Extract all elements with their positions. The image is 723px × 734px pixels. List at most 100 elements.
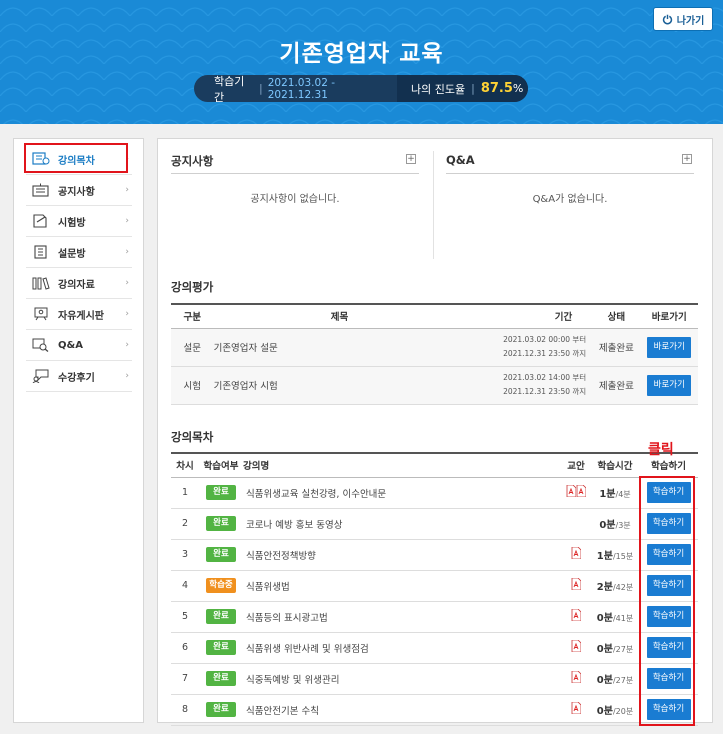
lesson-name: 코로나 예방 홍보 동영상 bbox=[243, 508, 561, 540]
table-header: 구분 제목 기간 상태 바로가기 bbox=[171, 303, 698, 329]
sidebar-item-exam[interactable]: 시험방 › bbox=[26, 206, 132, 237]
sidebar-item-survey[interactable]: 설문방 › bbox=[26, 237, 132, 268]
sidebar-item-board[interactable]: 자유게시판 › bbox=[26, 299, 132, 330]
sidebar-item-review[interactable]: 수강후기 › bbox=[26, 361, 132, 392]
lesson-name: 식품위생법 bbox=[243, 570, 561, 602]
sidebar-item-notice[interactable]: 공지사항 › bbox=[26, 175, 132, 206]
study-time: 1분/15분 bbox=[591, 539, 639, 571]
table-row: 6 완료 식품위생 위반사례 및 위생점검 0분/27분 학습하기 bbox=[171, 632, 698, 664]
exit-label: 나가기 bbox=[676, 15, 705, 27]
sidebar-item-materials[interactable]: 강의자료 › bbox=[26, 268, 132, 299]
click-annotation: 클릭 bbox=[648, 442, 674, 458]
chevron-right-icon: › bbox=[125, 278, 129, 288]
lesson-number: 5 bbox=[171, 601, 199, 633]
table-row: 4 학습중 식품위생법 2분/42분 학습하기 bbox=[171, 570, 698, 602]
period-value: 2021.03.02 - 2021.12.31 bbox=[267, 76, 335, 101]
pdf-icon[interactable] bbox=[571, 577, 582, 591]
lesson-number: 2 bbox=[171, 508, 199, 540]
survey-icon bbox=[34, 245, 47, 259]
study-time: 0분/27분 bbox=[591, 663, 639, 695]
qna-icon bbox=[32, 338, 49, 352]
pdf-icon[interactable] bbox=[566, 484, 577, 498]
lesson-number: 3 bbox=[171, 539, 199, 571]
pdf-icon[interactable] bbox=[571, 670, 582, 684]
divider bbox=[446, 173, 694, 174]
lesson-number: 6 bbox=[171, 632, 199, 664]
status-badge: 완료 bbox=[206, 609, 236, 624]
go-button[interactable]: 바로가기 bbox=[647, 374, 692, 396]
study-time: 0분/27분 bbox=[591, 632, 639, 664]
table-row: 1 완료 식품위생교육 실천강령, 이수안내문 1분/4분 학습하기 bbox=[171, 477, 698, 509]
lesson-name: 식품위생 위반사례 및 위생점검 bbox=[243, 632, 561, 664]
power-icon bbox=[662, 14, 672, 24]
page-title: 기존영업자 교육 bbox=[279, 41, 444, 67]
pdf-icon[interactable] bbox=[571, 639, 582, 653]
chevron-right-icon: › bbox=[125, 247, 129, 257]
lesson-name: 식품안전정책방향 bbox=[243, 539, 561, 571]
period-label: 학습기간 bbox=[214, 74, 245, 104]
pdf-icon[interactable] bbox=[571, 608, 582, 622]
status-badge: 완료 bbox=[206, 485, 236, 500]
notice-title: 공지사항 bbox=[171, 154, 214, 168]
exit-button[interactable]: 나가기 bbox=[653, 7, 713, 31]
notice-icon bbox=[32, 183, 49, 197]
lesson-number: 1 bbox=[171, 477, 199, 509]
lesson-number: 4 bbox=[171, 570, 199, 602]
highlight-box-study-buttons bbox=[639, 476, 695, 726]
exam-icon bbox=[33, 214, 47, 228]
chevron-right-icon: › bbox=[125, 185, 129, 195]
chevron-right-icon: › bbox=[125, 371, 129, 381]
status-badge: 완료 bbox=[206, 547, 236, 562]
table-row: 8 완료 식품안전기본 수칙 0분/20분 학습하기 bbox=[171, 694, 698, 726]
course-header: 나가기 기존영업자 교육 학습기간 | 2021.03.02 - 2021.12… bbox=[0, 0, 723, 124]
toc-title: 강의목차 bbox=[171, 430, 214, 444]
notice-more-icon[interactable]: + bbox=[406, 154, 416, 164]
divider bbox=[171, 173, 419, 174]
progress-value: 87.5% bbox=[480, 81, 524, 96]
go-button[interactable]: 바로가기 bbox=[647, 336, 692, 358]
study-time: 1분/4분 bbox=[591, 477, 639, 509]
lesson-number: 8 bbox=[171, 694, 199, 726]
study-time: 0분/41분 bbox=[591, 601, 639, 633]
materials-icon bbox=[32, 277, 50, 290]
pdf-icon[interactable] bbox=[571, 701, 582, 715]
pdf-icon[interactable] bbox=[576, 484, 587, 498]
table-row: 설문 기존영업자 설문 2021.03.02 00:00 부터 2021.12.3… bbox=[171, 328, 698, 367]
status-badge: 완료 bbox=[206, 516, 236, 531]
chevron-right-icon: › bbox=[125, 216, 129, 226]
chevron-right-icon: › bbox=[125, 309, 129, 319]
sidebar: 강의목차 › 공지사항 › 시험방 › 설문방 › 강의자료 › 자유게시판 › Q&A › … bbox=[13, 138, 144, 723]
main-content: 공지사항 + 공지사항이 없습니다. Q&A + Q&A가 없습니다. 강의평가… bbox=[157, 138, 713, 726]
study-time: 0분/3분 bbox=[591, 508, 639, 540]
review-icon bbox=[32, 369, 49, 383]
lesson-name: 식품등의 표시광고법 bbox=[243, 601, 561, 633]
status-badge: 완료 bbox=[206, 702, 236, 717]
table-row: 3 완료 식품안전정책방향 1분/15분 학습하기 bbox=[171, 539, 698, 571]
notice-empty-text: 공지사항이 없습니다. bbox=[250, 194, 340, 205]
table-header: 차시 학습여부 강의명 교안 학습시간 학습하기 bbox=[171, 452, 698, 478]
divider bbox=[433, 151, 434, 259]
table-row: 2 완료 코로나 예방 홍보 동영상 0분/3분 학습하기 bbox=[171, 508, 698, 540]
board-icon bbox=[34, 307, 48, 321]
table-row: 5 완료 식품등의 표시광고법 0분/41분 학습하기 bbox=[171, 601, 698, 633]
status-badge: 완료 bbox=[206, 671, 236, 686]
table-row: 시험 기존영업자 시험 2021.03.02 14:00 부터 2021.12.3… bbox=[171, 366, 698, 405]
qna-title: Q&A bbox=[446, 153, 475, 167]
toc-table: 차시 학습여부 강의명 교안 학습시간 학습하기 1 완료 식품위생교육 실천강령,… bbox=[171, 452, 698, 726]
status-badge: 학습중 bbox=[206, 578, 236, 593]
status-badge: 완료 bbox=[206, 640, 236, 655]
lesson-name: 식품안전기본 수칙 bbox=[243, 694, 561, 726]
study-time: 0분/20분 bbox=[591, 694, 639, 726]
lesson-name: 식중독예방 및 위생관리 bbox=[243, 663, 561, 695]
highlight-box-lecture-list bbox=[24, 143, 128, 173]
sidebar-item-qna[interactable]: Q&A › bbox=[26, 330, 132, 361]
study-time: 2분/42분 bbox=[591, 570, 639, 602]
chevron-right-icon: › bbox=[125, 340, 129, 350]
lesson-name: 식품위생교육 실천강령, 이수안내문 bbox=[243, 477, 561, 509]
lesson-number: 7 bbox=[171, 663, 199, 695]
progress-label: 나의 진도율 bbox=[411, 82, 466, 96]
pdf-icon[interactable] bbox=[571, 546, 582, 560]
evaluation-title: 강의평가 bbox=[171, 280, 214, 294]
qna-more-icon[interactable]: + bbox=[682, 154, 692, 164]
qna-empty-text: Q&A가 없습니다. bbox=[532, 194, 608, 205]
